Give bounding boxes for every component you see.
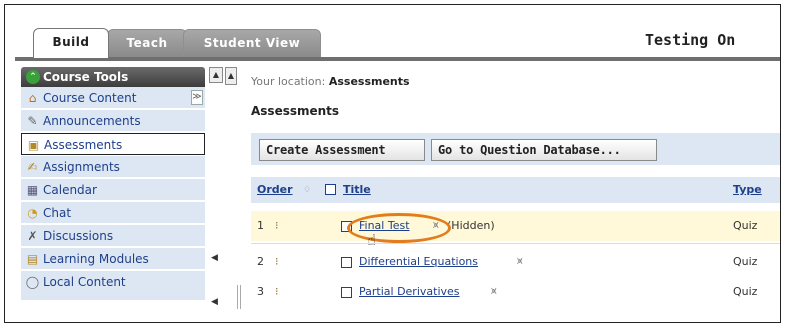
hidden-status: (Hidden) bbox=[447, 219, 495, 232]
assessment-link[interactable]: Partial Derivatives bbox=[359, 277, 460, 307]
sidebar-item-label: Assessments bbox=[44, 138, 123, 152]
row-checkbox[interactable] bbox=[341, 287, 352, 298]
assignment-icon: ✍ bbox=[27, 160, 38, 174]
sidebar-item-label: Calendar bbox=[43, 183, 97, 197]
action-toolbar: Create Assessment Go to Question Databas… bbox=[251, 133, 780, 165]
main-content: Your location: Assessments Assessments C… bbox=[241, 67, 780, 322]
sidebar-item-calendar[interactable]: ▦ Calendar bbox=[21, 179, 205, 201]
assessment-icon: ▣ bbox=[27, 138, 40, 152]
sidebar-item-label: Discussions bbox=[43, 229, 114, 243]
course-tools-label: Course Tools bbox=[43, 70, 129, 84]
assessment-type: Quiz bbox=[733, 255, 758, 268]
sidebar-item-learning-modules[interactable]: ▤ Learning Modules bbox=[21, 248, 205, 270]
assessment-type: Quiz bbox=[733, 219, 758, 232]
chat-icon: ◔ bbox=[27, 206, 38, 220]
sidebar-item-label: Announcements bbox=[43, 114, 141, 128]
reorder-icon[interactable]: ⁝ bbox=[275, 286, 287, 298]
sidebar-item-chat[interactable]: ◔ Chat bbox=[21, 202, 205, 224]
options-icon[interactable]: ⩙ bbox=[491, 277, 497, 307]
breadcrumb: Your location: Assessments bbox=[251, 75, 410, 88]
tab-student-view[interactable]: Student View bbox=[183, 29, 321, 57]
sidebar-item-label: Chat bbox=[43, 206, 72, 220]
sidebar-item-label: Learning Modules bbox=[43, 252, 149, 266]
course-tools-header[interactable]: ⌃ Course Tools bbox=[21, 67, 205, 87]
row-number: 3 bbox=[257, 285, 264, 298]
collapse-left-icon[interactable]: ◀ bbox=[211, 297, 218, 307]
reorder-icon[interactable]: ⁝ bbox=[275, 220, 287, 232]
sidebar-item-label: Local Content bbox=[43, 275, 126, 289]
megaphone-icon: ✎ bbox=[27, 114, 38, 128]
reorder-icon[interactable]: ⁝ bbox=[275, 256, 287, 268]
tab-divider bbox=[15, 57, 780, 61]
sidebar-item-discussions[interactable]: ✗ Discussions bbox=[21, 225, 205, 247]
type-column-header[interactable]: Type bbox=[733, 177, 762, 203]
table-row: 1 ⁝ Final Test ⩙ (Hidden) Quiz ☝ bbox=[251, 211, 780, 249]
highlight-ring bbox=[347, 213, 451, 243]
sort-icon[interactable]: ♢ bbox=[303, 177, 311, 203]
scroll-up-icon[interactable]: ▲ bbox=[209, 67, 223, 83]
sidebar-item-label: Assignments bbox=[43, 160, 120, 174]
breadcrumb-prefix: Your location: bbox=[251, 75, 326, 88]
collapse-left-icon[interactable]: ◀ bbox=[211, 253, 218, 263]
calendar-icon: ▦ bbox=[26, 183, 39, 197]
sidebar-item-course-content[interactable]: ⌂ Course Content ≫ bbox=[21, 87, 205, 109]
home-icon: ⌂ bbox=[28, 91, 37, 105]
module-icon: ▤ bbox=[26, 252, 39, 266]
scroll-up-icon[interactable]: ▲ bbox=[225, 67, 237, 85]
sidebar-item-label: Course Content bbox=[43, 91, 137, 105]
top-tab-bar: Teach Student View Build Testing On bbox=[5, 5, 780, 61]
collapse-icon: ⌃ bbox=[26, 70, 40, 84]
sidebar-item-local-content[interactable]: ◯ Local Content bbox=[21, 271, 205, 301]
sidebar-item-assessments[interactable]: ▣ Assessments bbox=[21, 133, 205, 155]
table-header-row: Order ♢ Title Type bbox=[251, 177, 780, 203]
sidebar-item-announcements[interactable]: ✎ Announcements bbox=[21, 110, 205, 132]
tab-build[interactable]: Build bbox=[33, 28, 109, 58]
question-database-button[interactable]: Go to Question Database... bbox=[431, 139, 657, 161]
row-divider bbox=[251, 243, 780, 244]
create-assessment-button[interactable]: Create Assessment bbox=[259, 139, 425, 161]
row-checkbox[interactable] bbox=[341, 257, 352, 268]
row-number: 2 bbox=[257, 255, 264, 268]
select-all-checkbox[interactable] bbox=[325, 184, 336, 195]
chevron-down-icon[interactable]: ≫ bbox=[191, 90, 203, 105]
sidebar-item-assignments[interactable]: ✍ Assignments bbox=[21, 156, 205, 178]
row-number: 1 bbox=[257, 219, 264, 232]
assessment-type: Quiz bbox=[733, 285, 758, 298]
assessment-link[interactable]: Differential Equations bbox=[359, 247, 478, 277]
course-tools-panel: ⌃ Course Tools ⌂ Course Content ≫ ✎ Anno… bbox=[21, 67, 241, 322]
title-column-header[interactable]: Title bbox=[343, 177, 371, 203]
content-icon: ◯ bbox=[25, 275, 40, 289]
course-title: Testing On bbox=[645, 31, 736, 49]
discussion-icon: ✗ bbox=[27, 229, 38, 243]
breadcrumb-current: Assessments bbox=[328, 75, 410, 88]
table-row: 2 ⁝ Differential Equations ⩙ Quiz bbox=[251, 247, 780, 277]
page-title: Assessments bbox=[251, 104, 340, 118]
window-frame: Teach Student View Build Testing On ⌃ Co… bbox=[4, 4, 781, 323]
options-icon[interactable]: ⩙ bbox=[517, 247, 523, 277]
table-row: 3 ⁝ Partial Derivatives ⩙ Quiz bbox=[251, 277, 780, 307]
order-column-header[interactable]: Order bbox=[257, 177, 293, 203]
tab-teach[interactable]: Teach bbox=[107, 29, 187, 57]
nav-scrollbar[interactable]: ▲ ◀ ◀ bbox=[209, 67, 223, 322]
